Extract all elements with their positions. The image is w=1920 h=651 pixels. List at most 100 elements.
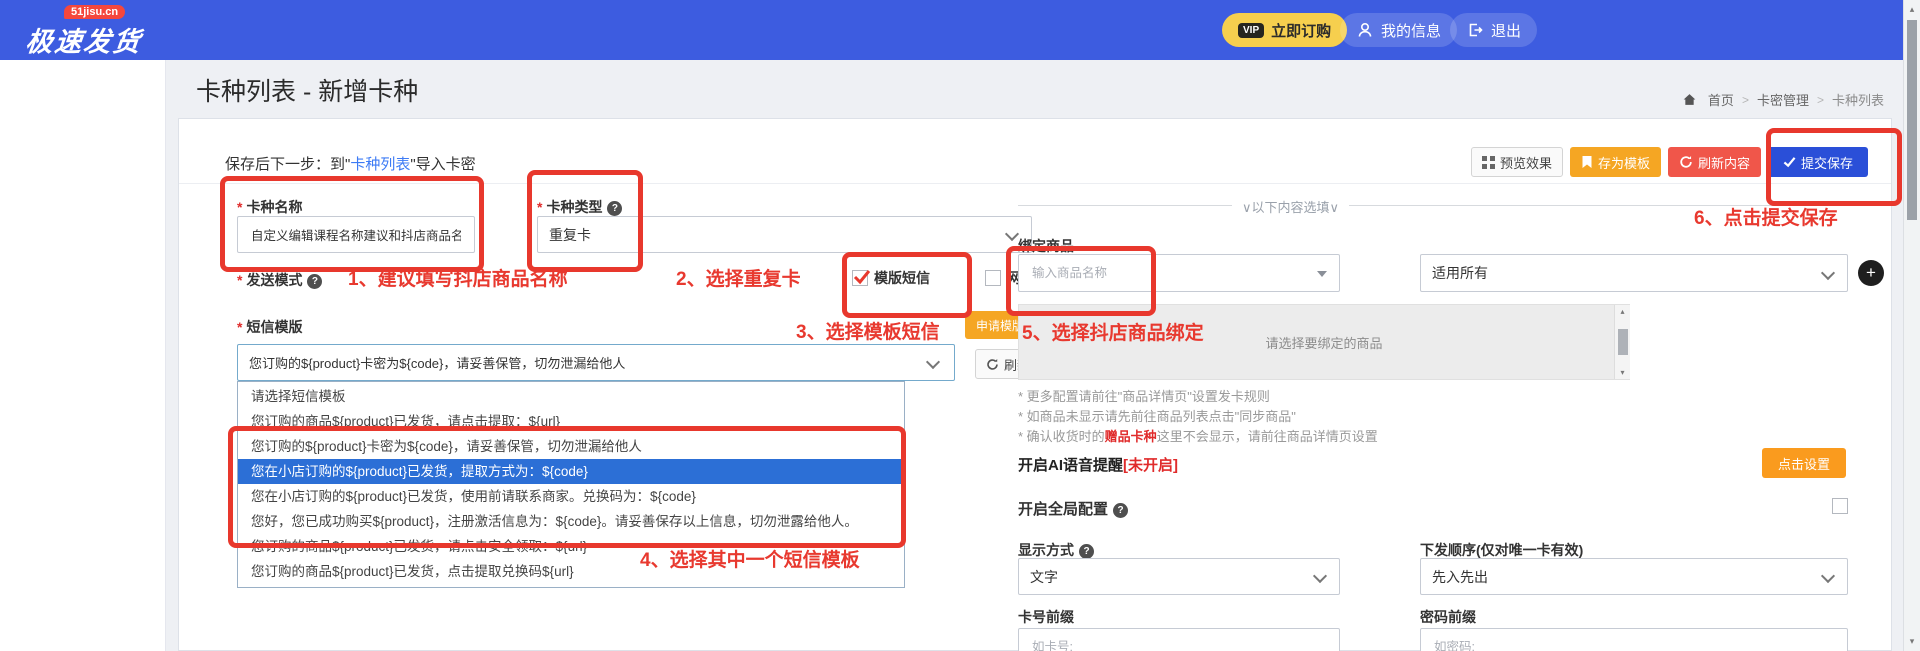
page-title: 卡种列表 - 新增卡种 bbox=[196, 78, 419, 106]
card-type-select[interactable]: 重复卡 bbox=[537, 216, 1032, 253]
preview-button[interactable]: 预览效果 bbox=[1470, 147, 1563, 177]
sms-template-option[interactable]: 请选择短信模板 bbox=[238, 384, 904, 409]
breadcrumb-home[interactable]: 首页 bbox=[1708, 90, 1734, 109]
help-icon[interactable]: ? bbox=[1113, 503, 1129, 518]
chevron-down-icon bbox=[1820, 568, 1836, 584]
bind-product-label: 绑定商品 bbox=[1018, 238, 1074, 254]
template-sms-label: 模版短信 bbox=[874, 270, 930, 286]
bound-products-empty-text: 请选择要绑定的商品 bbox=[1265, 335, 1383, 351]
ai-voice-label: 开启AI语音提醒[未开启] bbox=[1018, 457, 1179, 474]
dispatch-order-value: 先入先出 bbox=[1432, 568, 1488, 585]
sidebar bbox=[0, 60, 166, 651]
scroll-up-icon[interactable]: ▴ bbox=[1620, 307, 1624, 316]
card-toolbar: 预览效果 存为模板 刷新内容 提交保存 bbox=[1470, 147, 1868, 177]
card-type-label: * 卡种类型? bbox=[537, 197, 623, 217]
annotation-text-3: 3、选择模板短信 bbox=[796, 322, 940, 343]
note-line-1: * 更多配置请前往"商品详情页"设置发卡规则 bbox=[1018, 389, 1270, 404]
dispatch-order-select[interactable]: 先入先出 bbox=[1420, 558, 1848, 595]
breadcrumb-separator: > bbox=[1741, 92, 1749, 107]
add-product-button[interactable]: + bbox=[1858, 260, 1884, 286]
card-name-label: * 卡种名称 bbox=[237, 199, 303, 215]
submit-save-button[interactable]: 提交保存 bbox=[1767, 147, 1868, 177]
breadcrumb-card-mgmt[interactable]: 卡密管理 bbox=[1757, 90, 1809, 109]
scroll-up-icon[interactable]: ▴ bbox=[1910, 4, 1915, 15]
sms-template-select[interactable]: 您订购的${product}卡密为${code}，请妥善保管，切勿泄漏给他人 bbox=[237, 344, 955, 381]
card-prefix-label: 卡号前缀 bbox=[1018, 609, 1074, 625]
refresh-cache-button[interactable]: 刷新内容 bbox=[1667, 147, 1761, 177]
logout-button[interactable]: 退出 bbox=[1450, 13, 1538, 47]
sms-template-label: * 短信模版 bbox=[237, 319, 303, 335]
card-header-divider bbox=[179, 183, 1891, 184]
sms-template-option[interactable]: 您订购的商品${product}已发货，请点击提取：${url} bbox=[238, 409, 904, 434]
annotation-text-5: 5、选择抖店商品绑定 bbox=[1022, 323, 1204, 344]
brand-logo: 极速发货 bbox=[24, 27, 144, 57]
required-mark: * bbox=[237, 199, 243, 215]
product-search-input[interactable] bbox=[1030, 265, 1328, 281]
vip-icon: VIP bbox=[1238, 22, 1265, 38]
scope-select[interactable]: 适用所有 bbox=[1420, 254, 1848, 292]
sms-template-option[interactable]: 您订购的${product}卡密为${code}，请妥善保管，切勿泄漏给他人 bbox=[238, 434, 904, 459]
display-mode-select[interactable]: 文字 bbox=[1018, 558, 1340, 595]
chevron-down-icon bbox=[925, 354, 941, 370]
help-icon[interactable]: ? bbox=[307, 274, 323, 289]
card-prefix-input[interactable] bbox=[1030, 638, 1328, 651]
vip-order-button[interactable]: VIP 立即订购 bbox=[1222, 13, 1348, 47]
submit-save-label: 提交保存 bbox=[1800, 155, 1853, 171]
sms-template-option-selected[interactable]: 您在小店订购的${product}已发货，提取方式为：${code} bbox=[238, 459, 904, 484]
annotation-text-2: 2、选择重复卡 bbox=[676, 269, 801, 290]
sms-template-option[interactable]: 您好，您已成功购买${product}，注册激活信息为：${code}。请妥善保… bbox=[238, 509, 904, 534]
help-icon[interactable]: ? bbox=[607, 201, 623, 216]
hint-text: "导入卡密 bbox=[410, 156, 476, 173]
save-as-template-label: 存为模板 bbox=[1597, 155, 1650, 171]
send-mode-label: * 发送模式? bbox=[237, 270, 323, 290]
my-info-label: 我的信息 bbox=[1381, 22, 1442, 40]
help-icon[interactable]: ? bbox=[1079, 544, 1094, 559]
sms-template-option[interactable]: 您在小店订购的${product}已发货，使用前请联系商家。兑换码为：${cod… bbox=[238, 484, 904, 509]
optional-divider-text: ∨以下内容选填∨ bbox=[1232, 197, 1350, 216]
dispatch-order-label: 下发顺序(仅对唯一卡有效) bbox=[1420, 542, 1584, 558]
logout-label: 退出 bbox=[1491, 22, 1522, 40]
annotation-text-4: 4、选择其中一个短信模板 bbox=[640, 550, 860, 571]
required-mark: * bbox=[237, 272, 243, 288]
ai-voice-status: [未开启] bbox=[1123, 457, 1179, 474]
pwd-prefix-field bbox=[1420, 628, 1848, 651]
card-type-value: 重复卡 bbox=[549, 226, 591, 243]
global-config-checkbox[interactable] bbox=[1832, 498, 1848, 514]
card-name-input[interactable] bbox=[249, 226, 463, 243]
preview-label: 预览效果 bbox=[1499, 155, 1552, 171]
app-root: 51jisu.cn 极速发货 VIP 立即订购 我的信息 退出 概况总览 商品管… bbox=[0, 0, 1920, 651]
chevron-down-icon bbox=[1820, 265, 1836, 281]
scroll-thumb[interactable] bbox=[1907, 20, 1917, 220]
top-header: 51jisu.cn 极速发货 VIP 立即订购 我的信息 退出 bbox=[0, 0, 1920, 60]
card-type-list-link[interactable]: 卡种列表 bbox=[350, 156, 410, 173]
gift-card-type-highlight: 赠品卡种 bbox=[1104, 429, 1157, 444]
template-sms-checkbox[interactable]: 模版短信 bbox=[852, 268, 930, 288]
pwd-prefix-input[interactable] bbox=[1432, 638, 1836, 651]
chevron-down-icon bbox=[1312, 568, 1328, 584]
vip-order-label: 立即订购 bbox=[1271, 22, 1332, 40]
my-info-button[interactable]: 我的信息 bbox=[1340, 13, 1458, 47]
scroll-down-icon[interactable]: ▾ bbox=[1620, 368, 1624, 377]
required-mark: * bbox=[537, 199, 543, 215]
refresh-icon bbox=[987, 358, 998, 370]
pwd-prefix-label: 密码前缀 bbox=[1420, 609, 1476, 625]
scroll-down-icon[interactable]: ▾ bbox=[1910, 636, 1915, 647]
breadcrumb-current: 卡种列表 bbox=[1831, 93, 1884, 108]
apply-template-label: 申请模版 bbox=[976, 318, 1025, 333]
note-line-2: * 如商品未显示请先前往商品列表点击"同步商品" bbox=[1018, 409, 1296, 424]
save-as-template-button[interactable]: 存为模板 bbox=[1569, 147, 1661, 177]
chevron-down-icon bbox=[1004, 226, 1020, 242]
scope-value: 适用所有 bbox=[1432, 265, 1488, 281]
product-box-scrollbar[interactable]: ▴ ▾ bbox=[1614, 305, 1630, 379]
display-mode-label: 显示方式? bbox=[1018, 540, 1094, 560]
sms-template-value: 您订购的${product}卡密为${code}，请妥善保管，切勿泄漏给他人 bbox=[249, 356, 626, 371]
scroll-thumb[interactable] bbox=[1617, 329, 1628, 355]
product-search-field bbox=[1018, 254, 1340, 292]
ai-setup-button[interactable]: 点击设置 bbox=[1762, 448, 1846, 478]
global-config-label: 开启全局配置? bbox=[1018, 498, 1129, 519]
display-mode-value: 文字 bbox=[1030, 568, 1058, 585]
dropdown-arrow-icon bbox=[1317, 271, 1327, 282]
hint-text: 保存后下一步：到" bbox=[225, 156, 351, 173]
page-scrollbar[interactable]: ▴ ▾ bbox=[1903, 0, 1920, 651]
card-name-field bbox=[237, 216, 475, 253]
